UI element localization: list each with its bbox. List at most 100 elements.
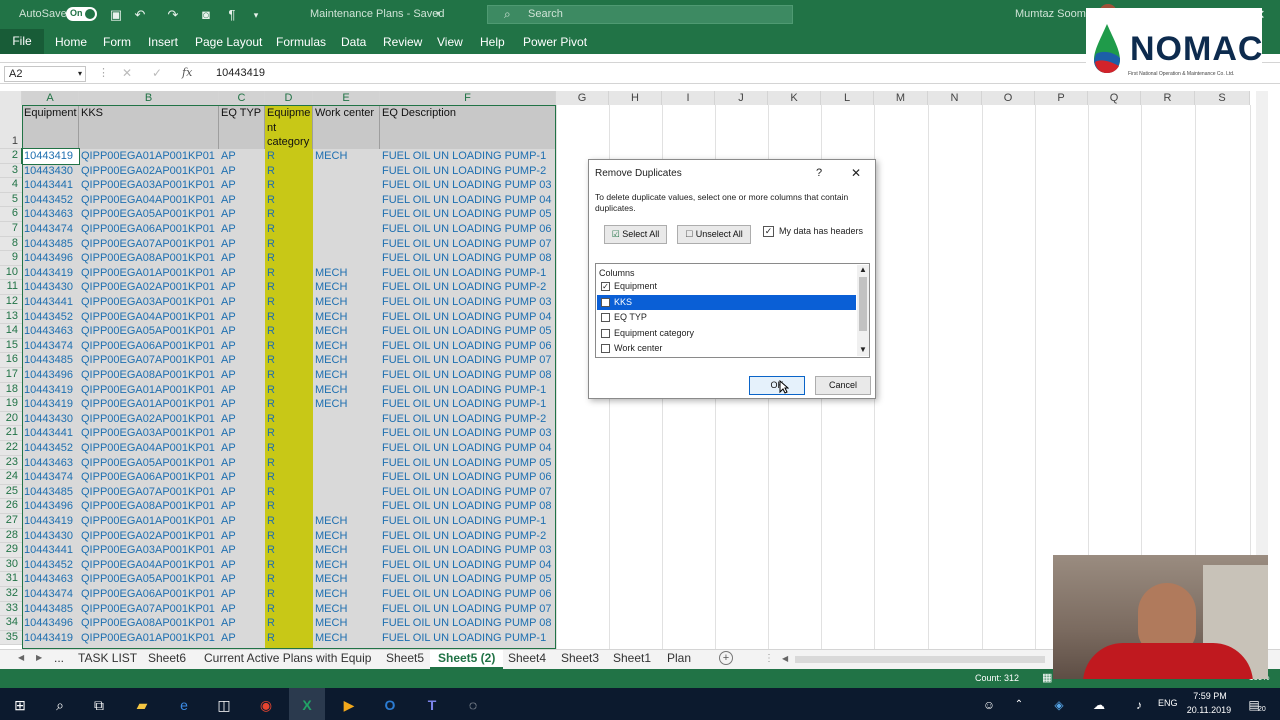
sheet-tab[interactable]: Sheet5 [378, 650, 432, 669]
scroll-down-icon[interactable]: ▼ [859, 345, 867, 354]
title-dropdown-icon[interactable]: ▾ [436, 9, 440, 18]
row-header[interactable]: 19 [0, 397, 22, 412]
row-header[interactable]: 8 [0, 236, 22, 252]
row-header[interactable]: 28 [0, 528, 22, 544]
unselect-all-button[interactable]: ☐ Unselect All [677, 225, 751, 244]
undo-icon[interactable]: ↶ [132, 7, 148, 23]
tab-view[interactable]: View [437, 35, 463, 49]
sheet-tab[interactable]: Current Active Plans with Equip [196, 650, 379, 669]
row-header[interactable]: 9 [0, 251, 22, 266]
cloud-icon[interactable]: ☁ [1090, 696, 1108, 714]
sheet-tab[interactable]: Sheet1 [605, 650, 659, 669]
next-sheet-icon[interactable]: ▶ [36, 653, 42, 662]
volume-icon[interactable]: ♪ [1130, 696, 1148, 714]
column-header-g[interactable]: G [556, 91, 609, 105]
clock-date[interactable]: 20.11.2019 [1183, 705, 1235, 715]
row-header[interactable]: 12 [0, 295, 22, 310]
name-box[interactable]: A2 ▾ [4, 66, 86, 82]
horizontal-scrollbar[interactable] [795, 656, 1045, 663]
tab-data[interactable]: Data [341, 35, 366, 49]
sheet-tab[interactable]: Sheet4 [500, 650, 554, 669]
windows-start-icon[interactable]: ⊞ [11, 696, 29, 714]
row-header[interactable]: 3 [0, 163, 22, 179]
enter-icon[interactable]: ✓ [152, 66, 162, 80]
row-header[interactable]: 31 [0, 572, 22, 587]
row-header[interactable]: 11 [0, 280, 22, 295]
row-header[interactable]: 7 [0, 222, 22, 237]
app-circle-icon[interactable]: ◌ [464, 696, 482, 714]
row-header[interactable]: 33 [0, 601, 22, 617]
row-header[interactable]: 32 [0, 587, 22, 602]
hscroll-left-icon[interactable]: ◀ [782, 654, 788, 663]
cancel-button[interactable]: Cancel [815, 376, 871, 395]
column-header-k[interactable]: K [768, 91, 821, 105]
chrome-icon[interactable]: ◉ [257, 696, 275, 714]
column-checkbox[interactable]: ✓ [601, 282, 610, 291]
row-header[interactable]: 34 [0, 616, 22, 631]
column-header-i[interactable]: I [662, 91, 715, 105]
column-header-a[interactable]: A [22, 91, 79, 105]
column-header-f[interactable]: F [380, 91, 556, 105]
column-header-d[interactable]: D [265, 91, 313, 105]
clock-time[interactable]: 7:59 PM [1190, 691, 1230, 701]
row-header[interactable]: 35 [0, 630, 22, 646]
column-header-m[interactable]: M [874, 91, 928, 105]
row-header[interactable]: 13 [0, 309, 22, 325]
row-header[interactable]: 27 [0, 514, 22, 529]
scroll-thumb[interactable] [859, 277, 867, 331]
column-header-o[interactable]: O [982, 91, 1035, 105]
column-header-p[interactable]: P [1035, 91, 1088, 105]
select-all-button[interactable]: ☑ Select All [604, 225, 667, 244]
sheet-tab[interactable]: Sheet3 [553, 650, 607, 669]
tab-formulas[interactable]: Formulas [276, 35, 326, 49]
column-header-b[interactable]: B [79, 91, 219, 105]
tab-help[interactable]: Help [480, 35, 505, 49]
list-scrollbar[interactable]: ▲ ▼ [857, 265, 869, 356]
column-checkbox[interactable] [601, 297, 610, 307]
column-option[interactable]: Work center [597, 341, 856, 356]
row-header[interactable]: 10 [0, 265, 22, 281]
row-header[interactable]: 29 [0, 543, 22, 558]
row-header[interactable]: 14 [0, 324, 22, 339]
column-header-e[interactable]: E [313, 91, 380, 105]
redo-icon[interactable]: ↷ [165, 7, 181, 23]
row-header[interactable]: 1 [0, 105, 22, 149]
defender-icon[interactable]: ◈ [1050, 696, 1068, 714]
folder-app-icon[interactable]: ▶ [340, 696, 358, 714]
autosave-toggle[interactable]: On [66, 7, 97, 21]
tray-chevron-icon[interactable]: ⌃ [1010, 696, 1028, 714]
sheet-tab[interactable]: Sheet6 [140, 650, 194, 669]
excel-icon[interactable]: X [298, 696, 316, 714]
column-header-c[interactable]: C [219, 91, 265, 105]
row-header[interactable]: 26 [0, 499, 22, 514]
row-header[interactable]: 22 [0, 441, 22, 456]
column-header-n[interactable]: N [928, 91, 982, 105]
row-header[interactable]: 20 [0, 411, 22, 427]
column-option[interactable]: Equipment category [597, 326, 856, 341]
tab-home[interactable]: Home [55, 35, 87, 49]
qat-dropdown-icon[interactable]: ▾ [248, 7, 264, 23]
cancel-icon[interactable]: ✕ [122, 66, 132, 80]
prev-sheet-icon[interactable]: ◀ [18, 653, 24, 662]
sheet-tab[interactable]: Sheet5 (2) [430, 650, 504, 669]
edge-icon[interactable]: e [175, 696, 193, 714]
column-header-j[interactable]: J [715, 91, 768, 105]
tab-review[interactable]: Review [383, 35, 422, 49]
sheet-tabs-ellipsis[interactable]: ... [46, 650, 72, 669]
sheet-tab[interactable]: TASK LIST [70, 650, 145, 669]
store-icon[interactable]: ◫ [215, 696, 233, 714]
columns-listbox[interactable]: Columns ✓ Equipment KKS EQ TYP Equipment cat… [595, 263, 870, 358]
tab-form[interactable]: Form [103, 35, 131, 49]
column-header-h[interactable]: H [609, 91, 662, 105]
people-icon[interactable]: ☺ [980, 696, 998, 714]
tab-power-pivot[interactable]: Power Pivot [523, 35, 587, 49]
tab-file[interactable]: File [0, 29, 44, 54]
headers-checkbox[interactable]: ✓ [763, 226, 774, 237]
column-header-l[interactable]: L [821, 91, 874, 105]
row-header[interactable]: 5 [0, 192, 22, 208]
column-option[interactable]: KKS [597, 294, 856, 310]
search-icon[interactable]: ⌕ [51, 696, 69, 714]
teams-icon[interactable]: T [423, 696, 441, 714]
row-header[interactable]: 4 [0, 178, 22, 193]
camera-icon[interactable]: ◙ [198, 7, 214, 23]
